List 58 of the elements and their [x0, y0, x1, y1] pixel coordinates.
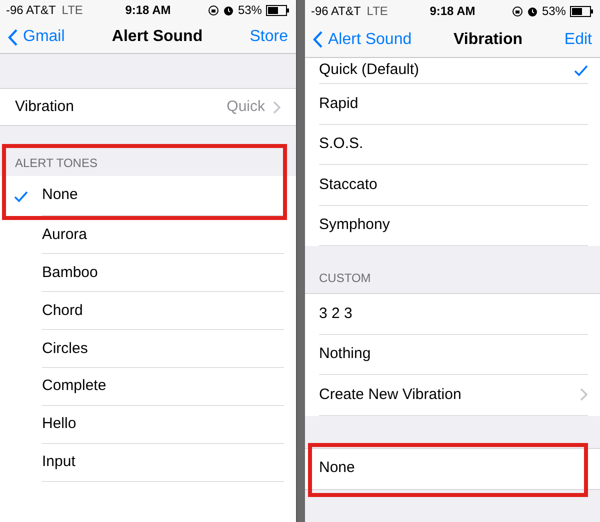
back-chevron-icon: [8, 28, 18, 46]
network-label: LTE: [62, 2, 83, 20]
carrier-label: -96 AT&T: [311, 3, 361, 20]
settings-row[interactable]: Vibration Quick: [0, 88, 296, 126]
row-label: Input: [42, 452, 76, 472]
row-label: Aurora: [42, 224, 88, 245]
time-label: 9:18 AM: [430, 3, 476, 20]
list-row[interactable]: Quick (Default): [305, 58, 600, 84]
list-row[interactable]: None: [305, 448, 600, 490]
row-label: S.O.S.: [319, 134, 364, 154]
chevron-icon: [580, 388, 588, 402]
battery-icon: [570, 6, 594, 16]
list-row[interactable]: Create New Vibration: [305, 375, 600, 416]
list-row[interactable]: Complete: [0, 368, 296, 406]
chevron-icon: [273, 100, 281, 114]
row-label: Symphony: [319, 215, 390, 235]
row-label: Hello: [42, 414, 76, 434]
row-label: Circles: [42, 338, 88, 359]
row-label: Quick (Default): [319, 60, 420, 80]
battery-icon: [266, 4, 290, 16]
list-row[interactable]: Staccato: [305, 165, 600, 206]
list-row[interactable]: Input: [0, 444, 296, 482]
row-label: Vibration: [15, 96, 74, 117]
list-row[interactable]: 3 2 3: [305, 294, 600, 334]
nav-title: Vibration: [453, 30, 523, 50]
list-row[interactable]: Hello: [0, 406, 296, 444]
nav-action-button[interactable]: Edit: [564, 28, 592, 52]
list-row[interactable]: Rapid: [305, 84, 600, 124]
row-label: None: [42, 185, 78, 206]
row-label: Complete: [42, 376, 106, 396]
back-button[interactable]: Alert Sound: [313, 28, 412, 52]
row-label: Create New Vibration: [319, 384, 462, 404]
network-label: LTE: [366, 3, 388, 20]
time-label: 9:18 AM: [125, 2, 171, 20]
row-label: 3 2 3: [319, 304, 352, 324]
carrier-label: -96 AT&T: [6, 2, 56, 20]
list-row[interactable]: Nothing: [305, 334, 600, 375]
battery-percent: 53%: [542, 3, 566, 20]
list-row[interactable]: Aurora: [0, 216, 296, 254]
row-label: Chord: [42, 300, 83, 321]
battery-percent: 53%: [238, 2, 262, 20]
list-row[interactable]: [0, 482, 296, 522]
list-row[interactable]: None: [0, 176, 296, 216]
list-row[interactable]: Symphony: [305, 206, 600, 246]
row-label: Nothing: [319, 344, 371, 364]
back-button[interactable]: Gmail: [8, 25, 65, 49]
list-row[interactable]: Bamboo: [0, 254, 296, 292]
row-value: Quick: [226, 96, 265, 117]
nav-action-button[interactable]: Store: [250, 25, 288, 49]
row-label: None: [319, 458, 355, 478]
list-row[interactable]: S.O.S.: [305, 124, 600, 165]
row-label: Rapid: [319, 94, 358, 114]
nav-title: Alert Sound: [112, 27, 203, 47]
row-label: Staccato: [319, 174, 378, 194]
list-row[interactable]: Chord: [0, 292, 296, 330]
list-row[interactable]: Circles: [0, 330, 296, 368]
back-chevron-icon: [313, 31, 323, 48]
row-label: Bamboo: [42, 262, 98, 283]
